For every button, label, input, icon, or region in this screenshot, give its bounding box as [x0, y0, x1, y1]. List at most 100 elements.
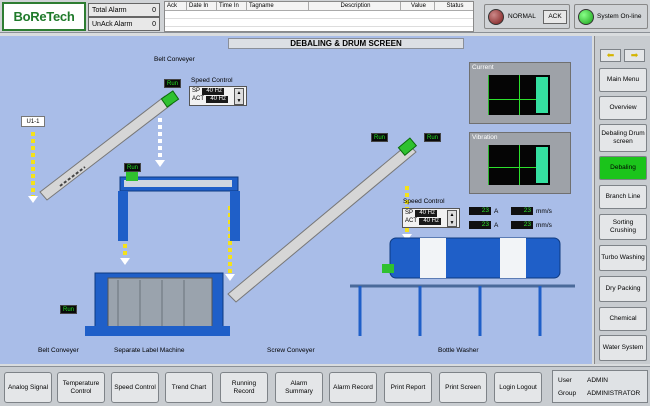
vibration-unit-2: mm/s — [536, 222, 552, 229]
alarm-record-button[interactable]: Alarm Record — [329, 372, 377, 403]
alarm-table-body — [165, 11, 473, 31]
nav-water-system[interactable]: Water System — [599, 335, 647, 361]
nav-turbo-washing[interactable]: Turbo Washing — [599, 245, 647, 271]
speed-2-updown-icon[interactable]: ▲ ▼ — [447, 210, 457, 227]
current-readout-2: 23 — [469, 221, 491, 229]
user-label: User — [558, 377, 572, 384]
vibration-readout-2: 23 — [511, 221, 533, 229]
total-alarm-label: Total Alarm — [92, 6, 127, 14]
act-label-2: ACT — [405, 218, 417, 224]
running-record-button[interactable]: Running Record — [220, 372, 268, 403]
col-ack: Ack — [165, 2, 187, 10]
print-screen-button[interactable]: Print Screen — [439, 372, 487, 403]
vibration-trend-panel[interactable]: Vibration — [469, 132, 571, 194]
user-info-panel: User ADMIN Group ADMINISTRATOR — [552, 370, 648, 403]
run-indicator-label-machine: Run — [60, 305, 78, 314]
run-indicator-screw-1: Run — [371, 133, 389, 142]
trend-chart-button[interactable]: Trend Chart — [165, 372, 213, 403]
process-scene: Current Vibration — [0, 36, 592, 364]
separate-label-machine — [85, 272, 230, 336]
current-readout-1: 23 — [469, 207, 491, 215]
current-trend-panel[interactable]: Current — [469, 62, 571, 124]
nav-debaling[interactable]: Debaling — [599, 156, 647, 180]
run-indicator-cross: Run — [124, 163, 142, 172]
unack-alarm-counter: UnAck Alarm 0 — [88, 17, 160, 31]
u1-1-tag[interactable]: U1-1 — [21, 116, 45, 127]
col-value: Value — [401, 2, 435, 10]
online-lamp-icon — [578, 9, 594, 25]
arrow-right-icon[interactable]: ➡ — [624, 49, 645, 62]
speed-control-2[interactable]: SP 40 Hz ACT 40 Hz ▲ ▼ — [402, 208, 460, 228]
current-unit-2: A — [494, 222, 499, 229]
analog-signal-button[interactable]: Analog Signal — [4, 372, 52, 403]
col-date-in: Date In — [187, 2, 217, 10]
speed-control-button[interactable]: Speed Control — [111, 372, 159, 403]
page-title: DEBALING & DRUM SCREEN — [228, 38, 464, 49]
right-navigation: ⬅ ➡ Main Menu Overview Debaling Drum scr… — [594, 36, 650, 364]
nav-overview[interactable]: Overview — [599, 96, 647, 120]
caption-separate-label-machine: Separate Label Machine — [114, 347, 185, 354]
speed-1-updown-icon[interactable]: ▲ ▼ — [234, 88, 244, 105]
nav-dry-packing[interactable]: Dry Packing — [599, 276, 647, 302]
user-value: ADMIN — [587, 377, 608, 384]
normal-lamp-icon — [488, 9, 504, 25]
current-trend-title: Current — [472, 64, 494, 71]
normal-status-panel: NORMAL ACK — [484, 4, 570, 29]
vibration-unit-1: mm/s — [536, 208, 552, 215]
speed-2-sp-value[interactable]: 40 Hz — [415, 209, 438, 217]
vibration-readout-1: 23 — [511, 207, 533, 215]
total-alarm-value: 0 — [152, 6, 156, 14]
alarm-summary-button[interactable]: Alarm Summary — [275, 372, 323, 403]
alarm-table-header: Ack Date In Time In Tagname Description … — [165, 2, 473, 11]
act-label: ACT — [192, 96, 204, 102]
bottle-washer — [350, 237, 575, 336]
vibration-trend-title: Vibration — [472, 134, 498, 141]
group-label: Group — [558, 390, 577, 397]
logo-text: BoReTech — [13, 9, 75, 24]
group-value: ADMINISTRATOR — [587, 390, 641, 397]
belt-conveyer-top-label: Belt Conveyer — [154, 56, 195, 63]
alarm-table[interactable]: Ack Date In Time In Tagname Description … — [164, 1, 474, 32]
caption-screw-conveyer: Screw Conveyer — [267, 347, 315, 354]
system-online-panel: System On-line — [574, 4, 648, 29]
vibration-trend-plot — [488, 145, 550, 185]
run-indicator-belt: Run — [164, 79, 182, 88]
col-tagname: Tagname — [247, 2, 309, 10]
current-unit-1: A — [494, 208, 499, 215]
login-logout-button[interactable]: Login Logout — [494, 372, 542, 403]
col-status: Status — [446, 3, 464, 9]
ack-button[interactable]: ACK — [543, 10, 567, 24]
normal-label: NORMAL — [508, 13, 536, 20]
screw-conveyer — [227, 137, 418, 303]
col-description: Description — [309, 2, 401, 10]
print-report-button[interactable]: Print Report — [384, 372, 432, 403]
arrow-left-icon[interactable]: ⬅ — [600, 49, 621, 62]
speed-control-2-label: Speed Control — [403, 198, 445, 205]
current-trend-plot — [488, 75, 550, 115]
temperature-control-button[interactable]: Temperature Control — [57, 372, 105, 403]
speed-1-sp-value[interactable]: 40 Hz — [202, 87, 225, 95]
caption-belt-conveyer: Belt Conveyer — [38, 347, 79, 354]
nav-chemical[interactable]: Chemical — [599, 307, 647, 331]
ack-button-label: ACK — [548, 13, 562, 20]
nav-debaling-drum-screen[interactable]: Debaling Drum screen — [599, 124, 647, 152]
online-label: System On-line — [597, 13, 642, 20]
nav-main-menu[interactable]: Main Menu — [599, 68, 647, 92]
speed-1-act-value: 40 Hz — [206, 95, 228, 103]
speed-control-1-label: Speed Control — [191, 77, 233, 84]
unack-alarm-value: 0 — [152, 20, 156, 28]
speed-control-1[interactable]: SP 40 Hz ACT 40 Hz ▲ ▼ — [189, 86, 247, 106]
cross-conveyer — [118, 172, 240, 241]
readout-grid: 23 A 23 mm/s 23 A 23 mm/s — [469, 207, 581, 229]
sp-label-2: SP — [405, 210, 414, 216]
nav-branch-line[interactable]: Branch Line — [599, 185, 647, 209]
nav-sorting-crushing[interactable]: Sorting Crushing — [599, 214, 647, 240]
company-logo: BoReTech — [2, 2, 86, 31]
sp-label: SP — [192, 88, 201, 94]
unack-alarm-label: UnAck Alarm — [92, 20, 133, 28]
speed-2-act-value: 40 Hz — [419, 217, 441, 225]
total-alarm-counter: Total Alarm 0 — [88, 3, 160, 17]
col-time-in: Time In — [217, 2, 247, 10]
caption-bottle-washer: Bottle Washer — [438, 347, 479, 354]
run-indicator-screw-2: Run — [424, 133, 442, 142]
